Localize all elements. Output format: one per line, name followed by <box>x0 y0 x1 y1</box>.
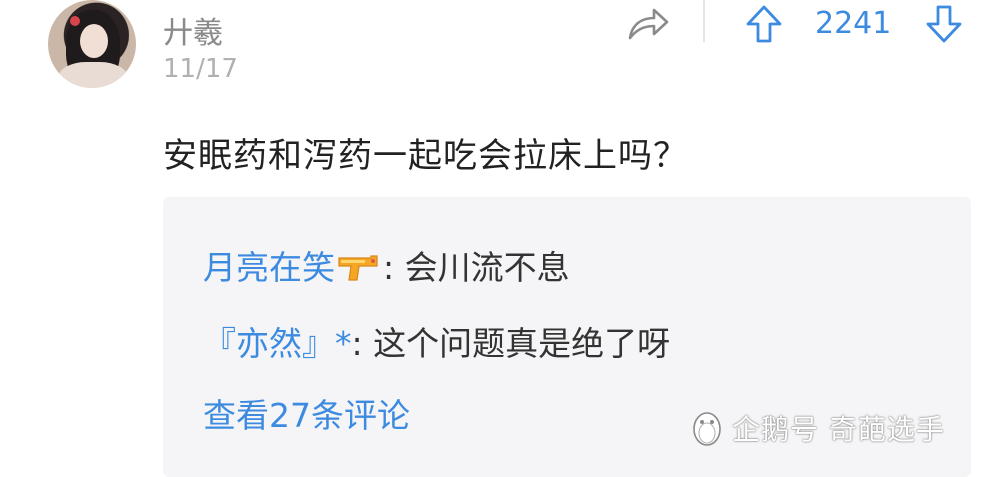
post-date: 11/17 <box>163 54 238 84</box>
watermark-text: 企鹅号 奇葩选手 <box>732 413 945 446</box>
avatar-face <box>80 24 108 58</box>
user-avatar[interactable] <box>48 0 136 88</box>
watermark: 企鹅号 奇葩选手 <box>690 408 945 448</box>
upvote-arrow-icon[interactable] <box>744 4 784 44</box>
view-more-comments-link[interactable]: 查看27条评论 <box>203 389 410 437</box>
vote-count: 2241 <box>815 6 892 41</box>
reply-text: 这个问题真是绝了呀 <box>373 324 671 363</box>
reply-separator: : <box>351 324 363 363</box>
penguin-logo-icon <box>693 412 721 446</box>
comment-reply[interactable]: 月亮在笑 : 会川流不息 <box>203 241 570 289</box>
share-icon[interactable] <box>626 6 670 42</box>
avatar-body <box>58 62 128 88</box>
post-question: 安眠药和泻药一起吃会拉床上吗？ <box>163 136 688 176</box>
avatar-flower <box>70 16 80 26</box>
vertical-divider <box>703 0 705 42</box>
reply-author[interactable]: 『亦然』* <box>203 324 352 363</box>
reply-author[interactable]: 月亮在笑 <box>203 248 335 287</box>
username[interactable]: 廾羲 <box>163 8 223 52</box>
downvote-arrow-icon[interactable] <box>924 4 964 44</box>
reply-separator: : <box>383 248 395 287</box>
comment-reply[interactable]: 『亦然』*: 这个问题真是绝了呀 <box>203 317 670 365</box>
reply-text: 会川流不息 <box>404 248 570 287</box>
water-pistol-icon <box>338 254 378 281</box>
